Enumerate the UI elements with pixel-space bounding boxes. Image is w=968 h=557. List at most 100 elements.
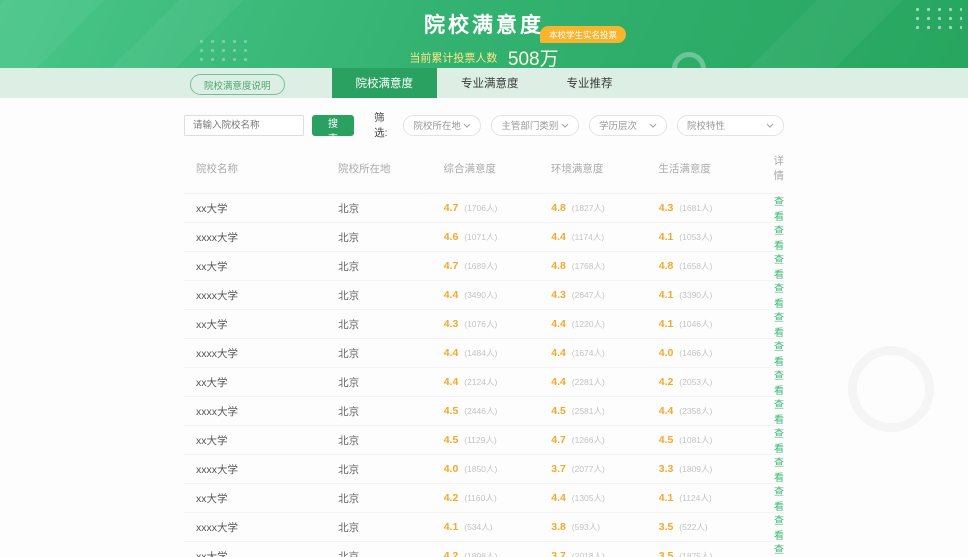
environment-vote-count: (2647人) [572,290,605,300]
view-detail-link[interactable]: 查看 [774,226,784,252]
life-satisfaction-cell: 4.4 (2358人) [659,405,774,417]
dropdown-label: 主管部门类别 [501,118,558,132]
search-filter-row: 搜索 筛选: 院校所在地 主管部门类别 学历层次 院校特性 [184,98,784,140]
view-detail-link[interactable]: 查看 [774,458,784,484]
table-row: xx大学 北京 4.3 (1076人) 4.4 (1220人) 4.1 (104… [184,310,784,339]
school-search-input[interactable] [184,115,304,136]
chevron-down-icon [649,120,657,131]
life-satisfaction-cell: 4.1 (1046人) [659,318,774,330]
life-vote-count: (2053人) [679,377,712,387]
tab-school-satisfaction[interactable]: 院校满意度 [332,68,438,98]
table-row: xx大学 北京 4.5 (1129人) 4.7 (1266人) 4.5 (108… [184,426,784,455]
life-rating: 3.5 [659,550,674,557]
environment-vote-count: (593人) [572,522,600,532]
life-vote-count: (1046人) [679,319,712,329]
school-name: xx大学 [184,375,338,390]
life-vote-count: (522人) [679,522,707,532]
overall-rating: 4.5 [444,405,459,417]
satisfaction-info-button[interactable]: 院校满意度说明 [190,74,285,95]
overall-vote-count: (534人) [464,522,492,532]
overall-satisfaction-cell: 4.7 (1689人) [444,260,552,272]
table-row: xx大学 北京 4.7 (1689人) 4.8 (1768人) 4.8 (165… [184,252,784,281]
col-header-location: 院校所在地 [338,161,444,176]
tab-major-recommend[interactable]: 专业推荐 [543,68,637,98]
overall-rating: 4.2 [444,550,459,557]
overall-vote-count: (1898人) [464,551,497,557]
overall-rating: 4.4 [444,289,459,301]
view-detail-link[interactable]: 查看 [774,313,784,339]
search-button[interactable]: 搜索 [312,115,354,136]
dropdown-education-level[interactable]: 学历层次 [589,115,667,136]
view-detail-link[interactable]: 查看 [774,371,784,397]
overall-satisfaction-cell: 4.7 (1706人) [444,202,552,214]
environment-satisfaction-cell: 3.7 (2077人) [551,463,659,475]
detail-cell: 查看 [774,512,784,542]
school-name: xxxx大学 [184,230,338,245]
school-location: 北京 [338,346,444,361]
page-header: 院校满意度 本校学生实名投票 当前累计投票人数 508万 [0,0,968,68]
table-row: xxxx大学 北京 4.4 (3490人) 4.3 (2647人) 4.1 (3… [184,281,784,310]
overall-satisfaction-cell: 4.1 (534人) [444,521,552,533]
detail-cell: 查看 [774,396,784,426]
overall-vote-count: (1689人) [464,261,497,271]
overall-vote-count: (1484人) [464,348,497,358]
environment-rating: 4.7 [551,434,566,446]
school-name: xx大学 [184,201,338,216]
life-vote-count: (1466人) [679,348,712,358]
school-name: xx大学 [184,549,338,557]
life-rating: 4.1 [659,231,674,243]
table-row: xx大学 北京 4.7 (1706人) 4.8 (1827人) 4.3 (168… [184,194,784,223]
decor-ring [848,346,934,432]
col-header-detail: 详情 [773,153,784,183]
table-row: xxxx大学 北京 4.6 (1071人) 4.4 (1174人) 4.1 (1… [184,223,784,252]
overall-vote-count: (2446人) [464,406,497,416]
detail-cell: 查看 [774,338,784,368]
vote-count-value: 508万 [508,49,559,68]
environment-satisfaction-cell: 3.7 (2018人) [551,550,659,557]
view-detail-link[interactable]: 查看 [774,255,784,281]
life-vote-count: (1681人) [679,203,712,213]
tab-major-satisfaction[interactable]: 专业满意度 [437,68,543,98]
view-detail-link[interactable]: 查看 [774,487,784,513]
overall-rating: 4.2 [444,492,459,504]
overall-rating: 4.1 [444,521,459,533]
col-header-school-name: 院校名称 [184,161,338,176]
detail-cell: 查看 [774,367,784,397]
tabs-group: 院校满意度 专业满意度 专业推荐 [332,68,637,98]
overall-satisfaction-cell: 4.5 (1129人) [444,434,552,446]
life-vote-count: (1081人) [679,435,712,445]
dropdown-school-feature[interactable]: 院校特性 [677,115,784,136]
life-rating: 4.1 [659,492,674,504]
life-vote-count: (1658人) [679,261,712,271]
view-detail-link[interactable]: 查看 [774,400,784,426]
environment-vote-count: (1220人) [572,319,605,329]
view-detail-link[interactable]: 查看 [774,284,784,310]
overall-satisfaction-cell: 4.6 (1071人) [444,231,552,243]
school-name: xxxx大学 [184,520,338,535]
environment-vote-count: (2281人) [572,377,605,387]
school-location: 北京 [338,230,444,245]
view-detail-link[interactable]: 查看 [774,429,784,455]
life-rating: 4.2 [659,376,674,388]
view-detail-link[interactable]: 查看 [774,516,784,542]
detail-cell: 查看 [774,280,784,310]
school-name: xx大学 [184,259,338,274]
life-rating: 4.1 [659,318,674,330]
overall-rating: 4.4 [444,347,459,359]
overall-satisfaction-cell: 4.4 (2124人) [444,376,552,388]
overall-vote-count: (1071人) [464,232,497,242]
school-location: 北京 [338,520,444,535]
view-detail-link[interactable]: 查看 [774,197,784,223]
environment-vote-count: (1305人) [572,493,605,503]
school-location: 北京 [338,491,444,506]
school-location: 北京 [338,549,444,557]
dropdown-authority-type[interactable]: 主管部门类别 [491,115,579,136]
table-row: xx大学 北京 4.4 (2124人) 4.4 (2281人) 4.2 (205… [184,368,784,397]
environment-vote-count: (1827人) [572,203,605,213]
view-detail-link[interactable]: 查看 [774,342,784,368]
dropdown-school-location[interactable]: 院校所在地 [403,115,481,136]
overall-vote-count: (3490人) [464,290,497,300]
view-detail-link[interactable]: 查看 [774,545,784,557]
environment-rating: 4.4 [551,347,566,359]
school-name: xxxx大学 [184,404,338,419]
